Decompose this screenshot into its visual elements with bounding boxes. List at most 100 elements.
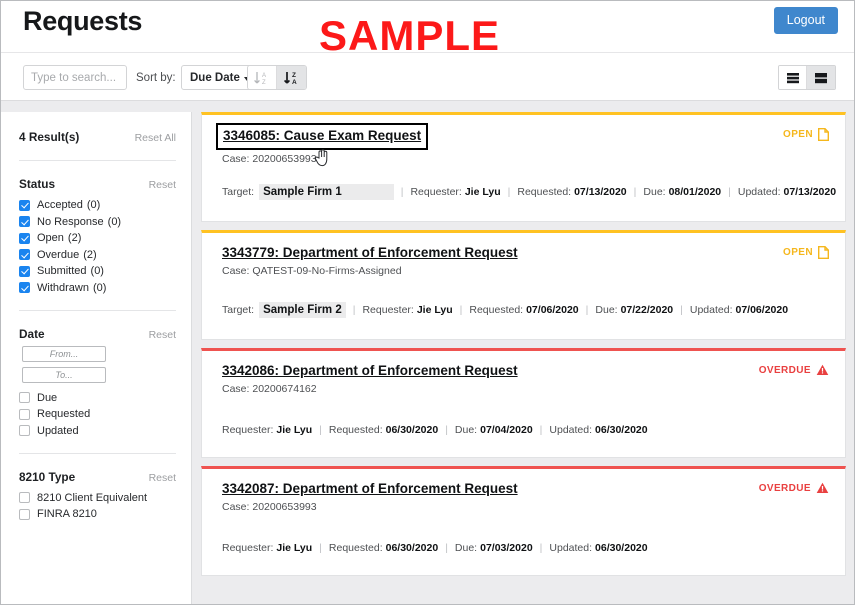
request-title-link[interactable]: 3346085: Cause Exam Request (223, 128, 421, 143)
updated-value: 07/13/2020 (784, 186, 837, 198)
checkbox-icon[interactable] (19, 282, 30, 293)
checkbox-icon[interactable] (19, 492, 30, 503)
checkbox-icon[interactable] (19, 266, 30, 277)
facet-date-reset[interactable]: Reset (149, 329, 176, 341)
reset-all-link[interactable]: Reset All (135, 132, 176, 144)
case-value: QATEST-09-No-Firms-Assigned (252, 265, 401, 277)
facet-status-header: Status Reset (19, 177, 176, 191)
checkbox-icon[interactable] (19, 249, 30, 260)
requested-value: 06/30/2020 (386, 424, 439, 436)
due-value: 08/01/2020 (669, 186, 722, 198)
filter-status-open[interactable]: Open (2) (19, 232, 176, 244)
status-badge: OVERDUE (759, 482, 829, 494)
filter-label: FINRA 8210 (37, 508, 97, 520)
search-input[interactable] (23, 65, 127, 90)
request-title-link[interactable]: 3343779: Department of Enforcement Reque… (222, 245, 518, 260)
meta-separator: | (728, 186, 731, 198)
filter-count: (2) (68, 232, 81, 244)
filter-date-due[interactable]: Due (19, 392, 176, 404)
requester-value: Jie Lyu (276, 424, 312, 436)
request-card[interactable]: 3346085: Cause Exam Request Case: 202006… (201, 112, 846, 222)
checkbox-icon[interactable] (19, 200, 30, 211)
filter-label: 8210 Client Equivalent (37, 492, 147, 504)
case-value: 20200674162 (252, 383, 316, 395)
facet-status-reset[interactable]: Reset (149, 179, 176, 191)
filter-label: Due (37, 392, 57, 404)
updated-label: Updated: (549, 424, 592, 436)
request-card[interactable]: 3342087: Department of Enforcement Reque… (201, 466, 846, 576)
facet-date-list: Due Requested Updated (19, 392, 176, 437)
filter-label: Open (37, 232, 64, 244)
due-value: 07/04/2020 (480, 424, 533, 436)
status-badge: OVERDUE (759, 364, 829, 376)
requester-value: Jie Lyu (276, 542, 312, 554)
request-title-link[interactable]: 3342087: Department of Enforcement Reque… (222, 481, 518, 496)
filter-date-requested[interactable]: Requested (19, 408, 176, 420)
status-badge: OPEN (783, 246, 829, 259)
filter-label: Withdrawn (37, 282, 89, 294)
view-toggle-group (778, 65, 836, 90)
filter-count: (2) (83, 249, 96, 261)
card-view-icon (814, 71, 828, 85)
meta-separator: | (445, 542, 448, 554)
requested-value: 06/30/2020 (386, 542, 439, 554)
filter-label: Overdue (37, 249, 79, 261)
filter-status-no-response[interactable]: No Response (0) (19, 216, 176, 228)
status-badge: OPEN (783, 128, 829, 141)
sort-za-icon: Z A (283, 70, 301, 86)
checkbox-icon[interactable] (19, 425, 30, 436)
filter-date-updated[interactable]: Updated (19, 425, 176, 437)
status-badge-label: OPEN (783, 129, 813, 140)
sidebar-divider-1 (19, 160, 176, 161)
filter-status-overdue[interactable]: Overdue (2) (19, 249, 176, 261)
results-count: 4 Result(s) (19, 130, 79, 144)
filter-status-submitted[interactable]: Submitted (0) (19, 265, 176, 277)
filter-8210-client-equivalent[interactable]: 8210 Client Equivalent (19, 492, 176, 504)
filter-label: Requested (37, 408, 90, 420)
request-card[interactable]: 3342086: Department of Enforcement Reque… (201, 348, 846, 458)
checkbox-icon[interactable] (19, 216, 30, 227)
filter-label: No Response (37, 216, 104, 228)
request-meta: Requester: Jie Lyu | Requested: 06/30/20… (222, 542, 648, 554)
meta-separator: | (508, 186, 511, 198)
filter-8210-finra[interactable]: FINRA 8210 (19, 508, 176, 520)
sort-by-select[interactable]: Due Date (181, 65, 257, 90)
meta-separator: | (319, 424, 322, 436)
checkbox-icon[interactable] (19, 392, 30, 403)
updated-label: Updated: (549, 542, 592, 554)
checkbox-icon[interactable] (19, 509, 30, 520)
facet-8210-reset[interactable]: Reset (149, 472, 176, 484)
sort-descending-button[interactable]: Z A (277, 66, 306, 89)
app-window: Requests SAMPLE Logout Sort by: Due Date… (0, 0, 855, 605)
sort-by-label: Sort by: (136, 72, 176, 84)
request-case: Case: QATEST-09-No-Firms-Assigned (222, 265, 831, 277)
sort-ascending-button[interactable]: A Z (248, 66, 277, 89)
filter-count: (0) (87, 199, 100, 211)
requested-value: 07/06/2020 (526, 304, 579, 316)
case-value: 20200653993 (252, 501, 316, 513)
list-view-button[interactable] (779, 66, 807, 89)
requested-label: Requested: (517, 186, 571, 198)
filter-status-accepted[interactable]: Accepted (0) (19, 199, 176, 211)
logout-button[interactable]: Logout (774, 7, 838, 34)
request-title-link[interactable]: 3342086: Department of Enforcement Reque… (222, 363, 518, 378)
checkbox-icon[interactable] (19, 233, 30, 244)
warning-triangle-icon (816, 482, 829, 494)
checkbox-icon[interactable] (19, 409, 30, 420)
updated-label: Updated: (738, 186, 781, 198)
date-to-input[interactable] (22, 367, 106, 383)
status-badge-label: OVERDUE (759, 483, 811, 494)
list-view-icon (786, 71, 800, 85)
facet-8210-title: 8210 Type (19, 470, 75, 484)
request-card[interactable]: 3343779: Department of Enforcement Reque… (201, 230, 846, 340)
updated-value: 06/30/2020 (595, 542, 648, 554)
filter-status-withdrawn[interactable]: Withdrawn (0) (19, 282, 176, 294)
target-label: Target: (222, 304, 254, 316)
requester-label: Requester: (222, 542, 273, 554)
request-meta: Target: Sample Firm 2 | Requester: Jie L… (222, 302, 788, 318)
due-value: 07/22/2020 (621, 304, 674, 316)
request-case: Case: 20200653993 (222, 501, 831, 513)
card-view-button[interactable] (807, 66, 835, 89)
requested-label: Requested: (329, 424, 383, 436)
date-from-input[interactable] (22, 346, 106, 362)
